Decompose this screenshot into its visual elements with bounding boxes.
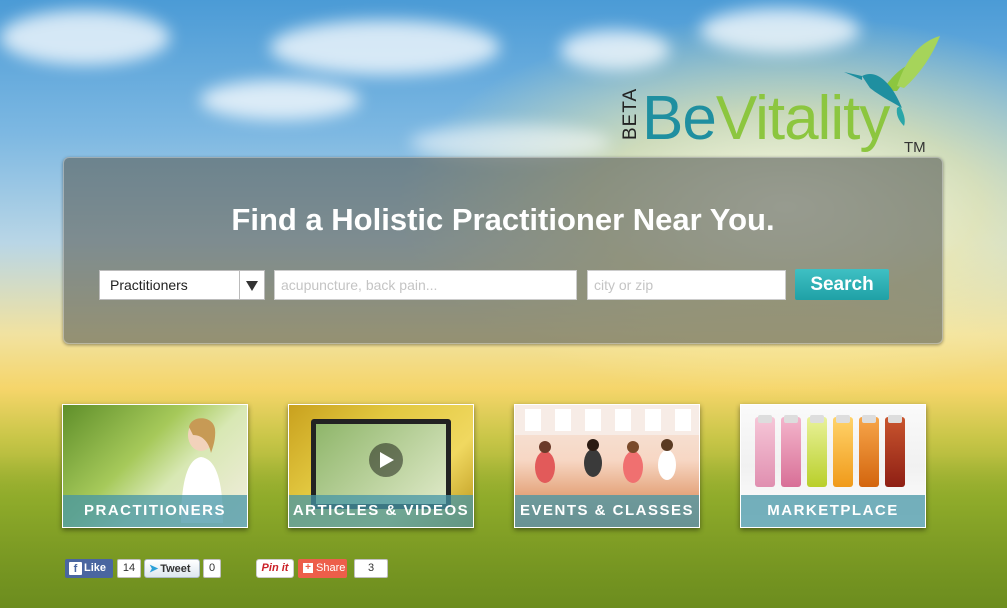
search-panel: Find a Holistic Practitioner Near You. P… <box>63 157 943 344</box>
share-count: 3 <box>354 559 388 578</box>
tile-label: ARTICLES & VIDEOS <box>289 495 473 527</box>
search-button[interactable]: Search <box>795 269 889 300</box>
category-select-value: Practitioners <box>110 277 188 293</box>
oil-bottle <box>859 415 879 487</box>
oil-bottle <box>885 415 905 487</box>
pin-it-button[interactable]: Pin it <box>256 559 294 578</box>
facebook-like-button[interactable]: f Like <box>65 559 113 578</box>
trademark-label: TM <box>904 139 926 156</box>
bottle-cap <box>758 415 772 423</box>
oil-bottle <box>755 415 775 487</box>
oil-bottle <box>807 415 827 487</box>
tile-events-classes[interactable]: EVENTS & CLASSES <box>514 404 700 528</box>
tile-marketplace[interactable]: MARKETPLACE <box>740 404 926 528</box>
bottle-cap <box>810 415 824 423</box>
tile-label: EVENTS & CLASSES <box>515 495 699 527</box>
dropdown-arrow[interactable] <box>239 271 264 299</box>
bottle-cap <box>888 415 902 423</box>
page-headline: Find a Holistic Practitioner Near You. <box>231 202 775 237</box>
triangle-down-icon <box>246 281 258 291</box>
cloud <box>200 80 360 120</box>
cloud <box>0 10 170 65</box>
tile-label: MARKETPLACE <box>741 495 925 527</box>
tile-practitioners[interactable]: PRACTITIONERS <box>62 404 248 528</box>
bottle-cap <box>784 415 798 423</box>
oil-bottle <box>833 415 853 487</box>
share-label: Share <box>316 562 346 574</box>
facebook-like-count: 14 <box>117 559 141 578</box>
category-select[interactable]: Practitioners <box>99 270 265 300</box>
cloud <box>410 125 610 160</box>
share-button[interactable]: + Share <box>298 559 347 578</box>
bottle-cap <box>862 415 876 423</box>
tweet-label: Tweet <box>160 563 191 575</box>
tweet-button[interactable]: ➤ Tweet <box>144 559 200 578</box>
tile-label: PRACTITIONERS <box>63 495 247 527</box>
plus-icon: + <box>303 563 313 573</box>
tile-articles-videos[interactable]: ARTICLES & VIDEOS <box>288 404 474 528</box>
tweet-count: 0 <box>203 559 221 578</box>
cloud <box>270 20 500 75</box>
location-input[interactable] <box>587 270 786 300</box>
play-button[interactable] <box>369 443 403 477</box>
hummingbird-icon <box>844 36 940 126</box>
brand-logo[interactable]: BETA BeVitality TM <box>620 36 950 166</box>
play-icon <box>380 452 394 468</box>
twitter-bird-icon: ➤ <box>149 563 159 575</box>
beta-label: BETA <box>620 87 641 140</box>
search-query-input[interactable] <box>274 270 577 300</box>
brand-name-be: Be <box>642 84 717 153</box>
facebook-like-label: Like <box>84 562 107 574</box>
yoga-class-icon <box>515 405 699 483</box>
bottle-cap <box>836 415 850 423</box>
oil-bottle <box>781 415 801 487</box>
facebook-icon: f <box>69 562 82 575</box>
